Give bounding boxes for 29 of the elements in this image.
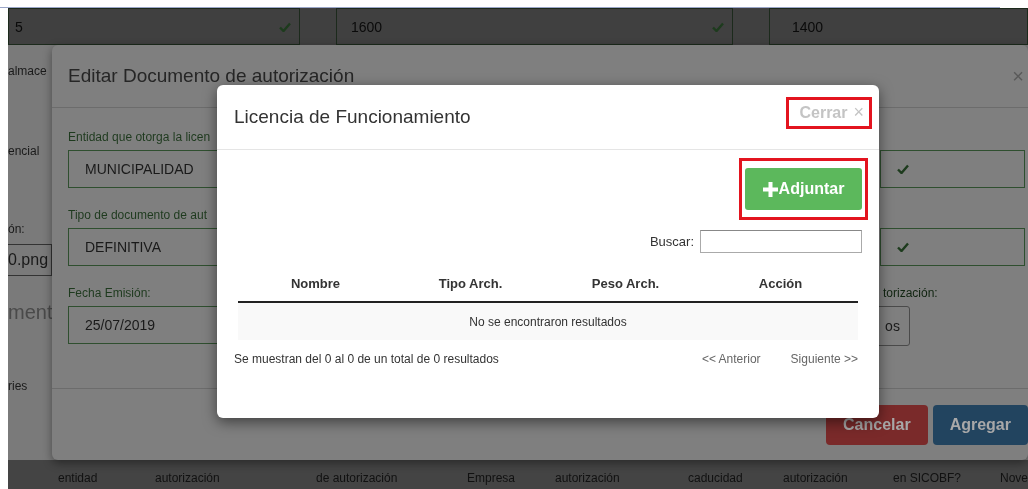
column-header[interactable]: Peso Arch. (548, 275, 703, 291)
add-button[interactable]: Agregar (932, 405, 1028, 445)
pagination-link[interactable]: << Anterior (701, 352, 761, 366)
check-icon (279, 21, 291, 32)
dialog-title: Editar Documento de autorización (68, 65, 355, 87)
column-header[interactable]: Acción (703, 275, 858, 291)
input-field[interactable] (880, 228, 1025, 266)
field-label: Tipo de documento de aut (68, 208, 207, 224)
empty-message: No se encontraron resultados (238, 303, 858, 340)
field-label: torización: (883, 286, 938, 302)
partial-label: encial (8, 144, 41, 158)
check-icon (897, 164, 909, 174)
column-header[interactable]: Tipo Arch. (393, 275, 548, 291)
check-icon (712, 21, 724, 32)
input-field[interactable] (880, 150, 1025, 188)
partial-label: ries (8, 379, 29, 393)
attach-button[interactable]: Adjuntar (745, 168, 862, 210)
field-label: Fecha Emisión: (68, 286, 151, 302)
results-summary: Se muestran del 0 al 0 de un total de 0 resultados (234, 352, 500, 366)
pagination-link[interactable]: Siguiente >> (790, 352, 858, 366)
partial-label: ón: (8, 222, 26, 236)
search-label: Buscar: (649, 234, 694, 249)
check-icon (897, 242, 909, 252)
dialog-title: Licencia de Funcionamiento (234, 106, 471, 128)
plus-icon (762, 181, 778, 197)
partial-label: almace (8, 64, 48, 78)
column-header[interactable]: Nombre (238, 275, 393, 291)
field-label: Entidad que otorga la licen (68, 130, 211, 146)
search-field[interactable] (700, 230, 862, 253)
